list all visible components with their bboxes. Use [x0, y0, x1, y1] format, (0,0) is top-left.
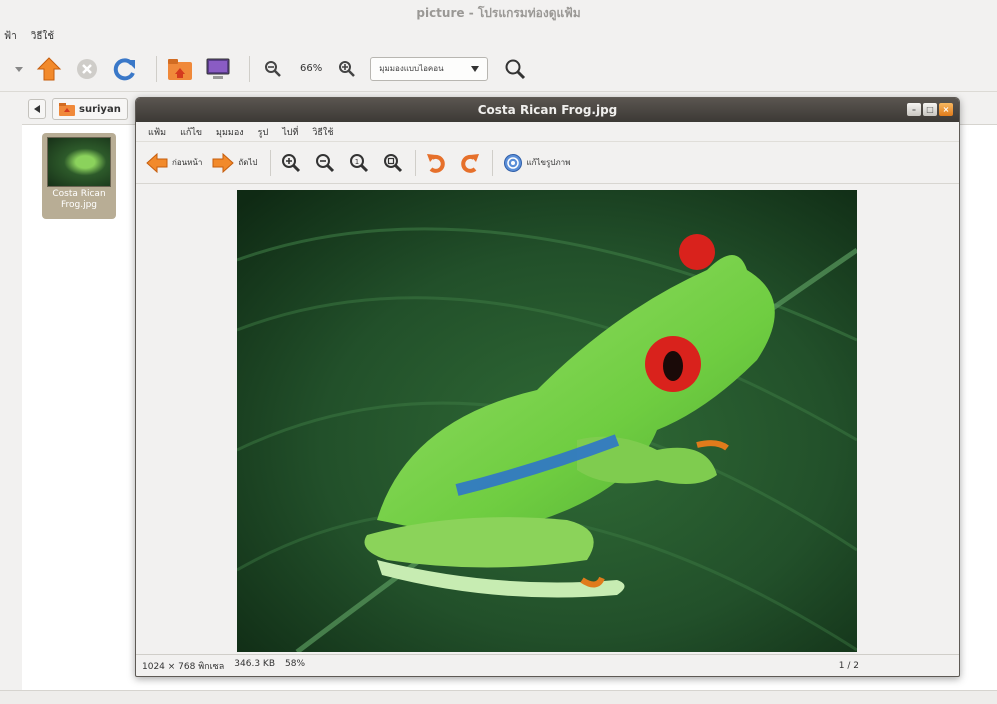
menu-item-help[interactable]: วิธีใช้	[31, 29, 54, 44]
menu-item-help[interactable]: วิธีใช้	[312, 125, 333, 139]
viewer-titlebar[interactable]: Costa Rican Frog.jpg – □ ×	[136, 98, 959, 122]
view-mode-value: มุมมองแบบไอคอน	[379, 64, 444, 73]
frog-photo	[237, 190, 857, 652]
viewer-menubar: แฟ้ม แก้ไข มุมมอง รูป ไปที่ วิธีใช้	[136, 122, 959, 142]
toolbar-separator	[156, 55, 157, 82]
menu-item-view[interactable]: ฟ้า	[4, 29, 17, 44]
image-display-area[interactable]	[136, 184, 959, 656]
zoom-out-icon	[315, 153, 334, 172]
image-dimensions: 1024 × 768 พิกเซล	[142, 661, 225, 672]
zoom-level: 66%	[300, 63, 323, 74]
image-info: 1024 × 768 พิกเซล 346.3 KB 58%	[142, 659, 305, 673]
file-label-line: Costa Rican	[52, 189, 106, 199]
window-controls: – □ ×	[907, 103, 953, 116]
home-folder-icon[interactable]	[165, 54, 195, 84]
computer-icon[interactable]	[203, 54, 233, 84]
previous-label: ก่อนหน้า	[172, 158, 203, 167]
rotate-left-button[interactable]	[426, 152, 446, 174]
svg-text:1: 1	[354, 158, 358, 166]
image-viewer-window: Costa Rican Frog.jpg – □ × แฟ้ม แก้ไข มุ…	[135, 97, 960, 677]
menubar: ฟ้า วิธีใช้	[0, 26, 997, 46]
right-arrow-icon	[212, 152, 235, 173]
zoom-fit-icon	[383, 153, 402, 172]
file-manager-statusbar	[0, 690, 997, 704]
file-size: 346.3 KB	[234, 658, 275, 669]
next-button[interactable]: ถัดไป	[212, 152, 258, 173]
zoom-percent: 58%	[285, 658, 306, 669]
toolbar: 66% มุมมองแบบไอคอน	[0, 46, 997, 92]
next-label: ถัดไป	[238, 158, 258, 167]
rotate-right-icon	[460, 153, 479, 173]
zoom-in-icon	[281, 153, 300, 172]
rotate-left-icon	[426, 153, 445, 173]
edit-image-icon	[503, 153, 522, 172]
rotate-right-button[interactable]	[460, 152, 480, 174]
path-button-label: suriyan	[79, 103, 121, 115]
zoom-in-icon[interactable]	[332, 54, 362, 84]
left-arrow-icon	[146, 152, 168, 173]
up-arrow-icon[interactable]	[34, 54, 64, 84]
toolbar-separator	[269, 149, 271, 176]
zoom-out-icon[interactable]	[258, 54, 288, 84]
menu-item-image[interactable]: รูป	[258, 125, 269, 139]
toolbar-separator	[249, 55, 250, 82]
path-back-button[interactable]	[28, 99, 46, 119]
file-label-line: Frog.jpg	[60, 200, 98, 210]
path-bar: suriyan	[28, 96, 128, 122]
edit-image-button[interactable]: แก้ไขรูปภาพ	[503, 153, 571, 173]
zoom-fit-button[interactable]	[383, 153, 403, 173]
stop-icon[interactable]	[72, 54, 102, 84]
previous-button[interactable]: ก่อนหน้า	[146, 152, 203, 173]
toolbar-separator	[414, 149, 416, 176]
maximize-button[interactable]: □	[923, 103, 937, 116]
zoom-normal-button[interactable]: 1	[349, 153, 369, 173]
frog-image	[237, 190, 857, 652]
file-label: Costa Rican Frog.jpg	[42, 189, 116, 211]
toolbar-separator	[491, 149, 493, 176]
zoom-in-button[interactable]	[281, 153, 301, 173]
close-button[interactable]: ×	[939, 103, 953, 116]
home-folder-icon	[59, 103, 75, 116]
chevron-down-icon	[471, 65, 480, 72]
path-button-home[interactable]: suriyan	[52, 98, 128, 120]
menu-item-go[interactable]: ไปที่	[282, 125, 298, 139]
window-title: picture - โปรแกรมท่องดูแฟ้ม	[416, 6, 581, 20]
menu-item-edit[interactable]: แก้ไข	[180, 125, 202, 139]
viewer-title: Costa Rican Frog.jpg	[477, 103, 618, 117]
image-position: 1 / 2	[838, 660, 859, 671]
file-item[interactable]: Costa Rican Frog.jpg	[42, 133, 116, 219]
zoom-original-icon: 1	[349, 153, 368, 172]
view-mode-select[interactable]: มุมมองแบบไอคอน	[370, 56, 489, 81]
edit-image-label: แก้ไขรูปภาพ	[526, 158, 571, 167]
menu-item-file[interactable]: แฟ้ม	[148, 125, 166, 139]
viewer-toolbar: ก่อนหน้า ถัดไป 1 แก้ไขรูปภาพ	[136, 142, 959, 184]
viewer-statusbar: 1024 × 768 พิกเซล 346.3 KB 58% 1 / 2	[136, 654, 959, 676]
search-icon[interactable]	[500, 54, 530, 84]
menu-item-view[interactable]: มุมมอง	[216, 125, 244, 139]
file-thumbnail	[47, 137, 111, 187]
back-dropdown-icon[interactable]	[14, 54, 24, 84]
left-triangle-icon	[34, 105, 40, 113]
zoom-out-button[interactable]	[315, 153, 335, 173]
reload-icon[interactable]	[110, 54, 140, 84]
minimize-button[interactable]: –	[907, 103, 921, 116]
